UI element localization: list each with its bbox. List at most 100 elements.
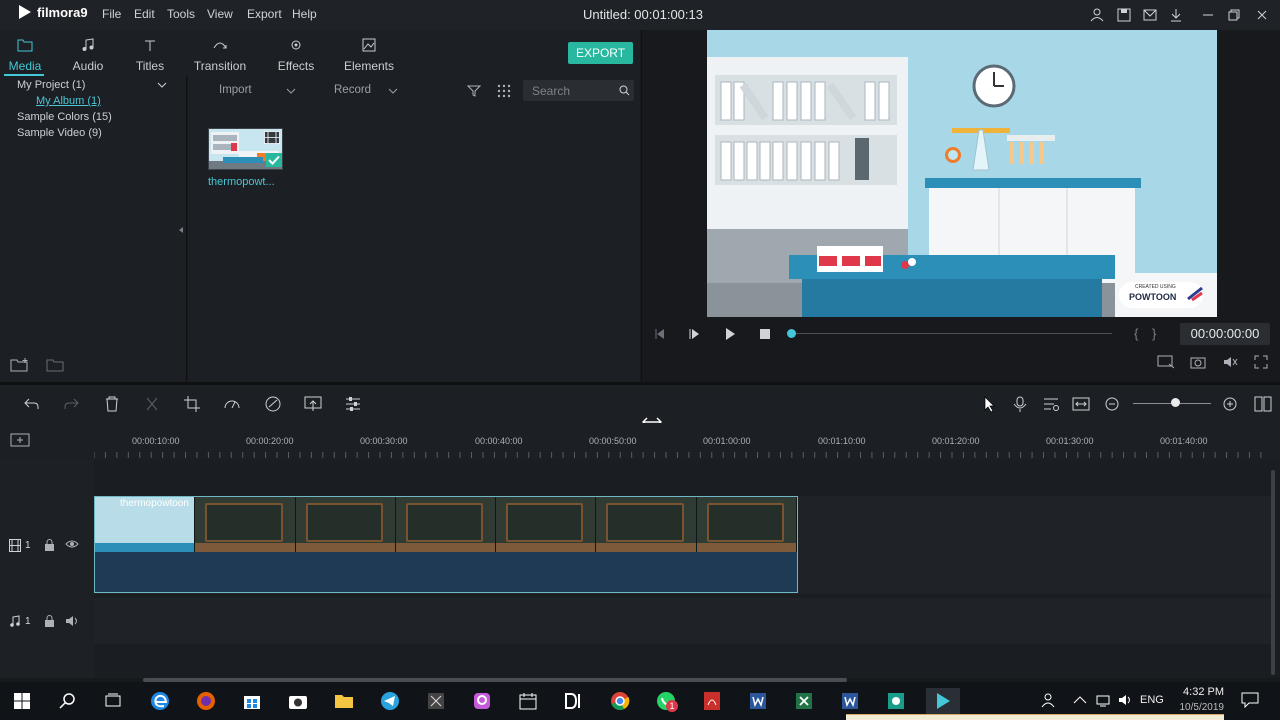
add-track-icon[interactable] [10, 432, 30, 448]
mark-out-icon[interactable]: } [1152, 326, 1156, 341]
redo-icon[interactable] [62, 395, 80, 413]
library-item-my-project[interactable]: My Project (1) [17, 79, 85, 91]
audio-track-1[interactable] [94, 598, 1274, 644]
play-pause-icon[interactable] [688, 327, 702, 341]
taskbar-word-a[interactable] [745, 688, 771, 714]
taskbar-picsart[interactable] [469, 688, 495, 714]
taskbar-camera[interactable] [285, 688, 311, 714]
close-icon[interactable] [1254, 7, 1270, 23]
save-icon[interactable] [1116, 7, 1132, 23]
zoom-in-icon[interactable] [1221, 395, 1239, 413]
speed-icon[interactable] [223, 395, 241, 413]
record-chevron-icon[interactable] [388, 87, 398, 95]
taskbar-di[interactable] [561, 688, 587, 714]
crop-icon[interactable] [183, 395, 201, 413]
zoom-out-icon[interactable] [1103, 395, 1121, 413]
taskbar-word-b[interactable] [837, 688, 863, 714]
taskbar-acrobat[interactable] [699, 688, 725, 714]
export-button[interactable]: EXPORT [568, 42, 633, 64]
timeline-vertical-scrollbar[interactable] [1271, 470, 1275, 675]
minimize-icon[interactable] [1200, 7, 1216, 23]
library-item-sample-video[interactable]: Sample Video (9) [17, 127, 102, 139]
stop-icon[interactable] [758, 327, 772, 341]
tab-transition[interactable]: Transition [190, 38, 250, 73]
prev-frame-icon[interactable] [653, 327, 667, 341]
render-preview-icon[interactable] [1157, 355, 1175, 369]
fullscreen-icon[interactable] [1254, 355, 1268, 369]
task-view-button[interactable] [100, 688, 126, 714]
menu-file[interactable]: File [102, 7, 121, 21]
split-icon[interactable] [143, 395, 161, 413]
tab-titles[interactable]: Titles [120, 38, 180, 73]
collapse-panel-icon[interactable] [178, 226, 184, 234]
new-folder-icon[interactable] [10, 357, 30, 373]
network-icon[interactable] [1095, 692, 1111, 708]
taskbar-store[interactable] [239, 688, 265, 714]
library-item-sample-colors[interactable]: Sample Colors (15) [17, 111, 112, 123]
panel-toggle-icon[interactable] [1254, 395, 1272, 413]
action-center-icon[interactable] [1241, 692, 1259, 708]
tab-audio[interactable]: Audio [58, 38, 118, 73]
mark-in-icon[interactable]: { [1134, 326, 1138, 341]
import-dropdown[interactable]: Import [219, 84, 252, 96]
scrubber-handle[interactable] [787, 329, 796, 338]
tab-elements[interactable]: Elements [339, 38, 399, 73]
menu-export[interactable]: Export [247, 7, 282, 21]
taskbar-app[interactable] [423, 688, 449, 714]
taskbar-file-explorer[interactable] [331, 688, 357, 714]
library-item-my-album[interactable]: My Album (1) [36, 95, 101, 107]
fit-timeline-icon[interactable] [1072, 395, 1090, 413]
adjust-icon[interactable] [344, 395, 362, 413]
taskbar-excel[interactable] [791, 688, 817, 714]
microphone-icon[interactable] [1011, 395, 1029, 413]
volume-icon[interactable] [1117, 692, 1133, 708]
import-chevron-icon[interactable] [286, 87, 296, 95]
taskbar-search[interactable] [55, 688, 81, 714]
delete-icon[interactable] [103, 395, 121, 413]
volume-icon[interactable] [1222, 355, 1238, 369]
video-preview[interactable] [707, 30, 1217, 317]
filter-icon[interactable] [467, 84, 481, 98]
delete-folder-icon[interactable] [46, 357, 66, 373]
language-indicator[interactable]: ENG [1140, 694, 1164, 706]
start-button[interactable] [9, 688, 35, 714]
restore-icon[interactable] [1226, 7, 1242, 23]
grid-view-icon[interactable] [497, 84, 511, 98]
green-screen-icon[interactable] [304, 395, 322, 413]
menu-help[interactable]: Help [292, 7, 317, 21]
voiceover-mixer-icon[interactable] [1042, 395, 1060, 413]
eye-icon[interactable] [65, 539, 79, 549]
clock-time[interactable]: 4:32 PM [1176, 686, 1224, 698]
download-icon[interactable] [1168, 7, 1184, 23]
taskbar-firefox[interactable] [193, 688, 219, 714]
taskbar-app-green[interactable] [883, 688, 909, 714]
people-icon[interactable] [1040, 692, 1056, 708]
chevron-up-icon[interactable] [1073, 695, 1087, 705]
play-icon[interactable] [723, 327, 737, 341]
taskbar-calendar[interactable] [515, 688, 541, 714]
preview-scrubber[interactable] [792, 333, 1112, 334]
search-icon[interactable] [619, 85, 630, 96]
mail-icon[interactable] [1142, 7, 1158, 23]
clock-date[interactable]: 10/5/2019 [1176, 702, 1225, 713]
speaker-icon[interactable] [65, 615, 79, 627]
tab-media[interactable]: Media [0, 38, 55, 73]
transition-icon [213, 42, 227, 49]
account-icon[interactable] [1089, 7, 1105, 23]
tab-effects[interactable]: Effects [266, 38, 326, 73]
media-item-name[interactable]: thermopowt... [208, 176, 275, 188]
menu-view[interactable]: View [207, 7, 233, 21]
undo-icon[interactable] [23, 395, 41, 413]
taskbar-filmora[interactable] [926, 688, 960, 714]
taskbar-telegram[interactable] [377, 688, 403, 714]
lock-icon[interactable] [44, 615, 55, 627]
record-dropdown[interactable]: Record [334, 84, 371, 96]
snapshot-icon[interactable] [1190, 355, 1206, 369]
color-icon[interactable] [264, 395, 282, 413]
menu-tools[interactable]: Tools [167, 7, 195, 21]
lock-icon[interactable] [44, 539, 55, 551]
taskbar-chrome[interactable] [607, 688, 633, 714]
chevron-down-icon[interactable] [157, 81, 167, 89]
taskbar-edge[interactable] [147, 688, 173, 714]
menu-edit[interactable]: Edit [134, 7, 155, 21]
